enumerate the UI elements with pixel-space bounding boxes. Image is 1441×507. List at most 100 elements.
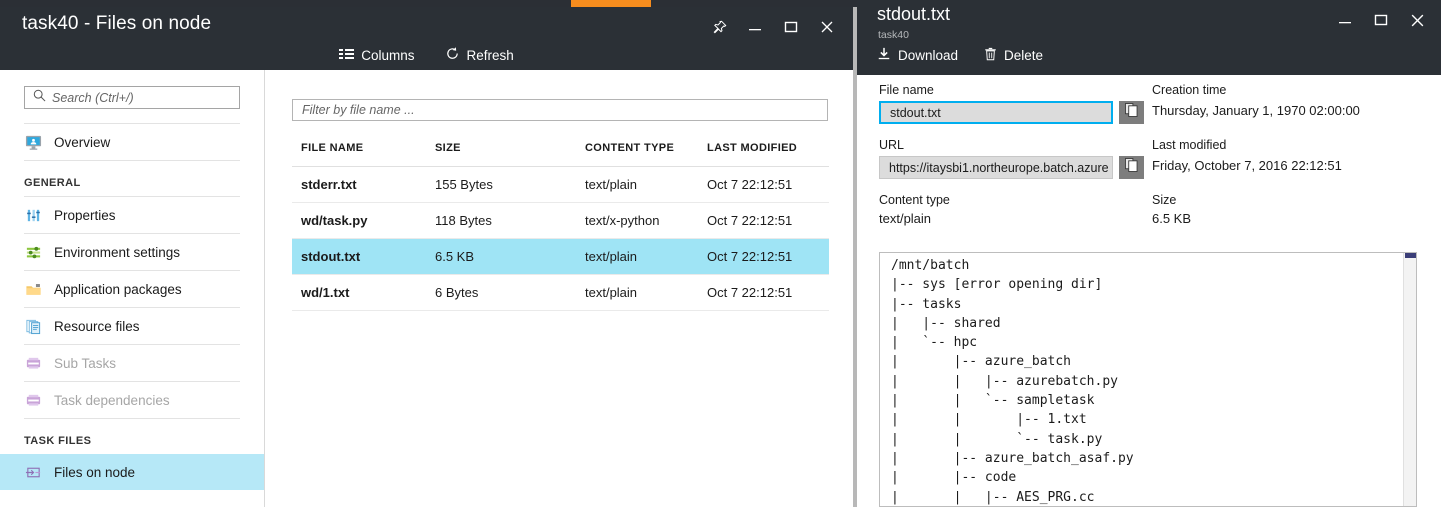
files-on-node-blade: task40 - Files on node Columns Refresh S… — [0, 7, 853, 507]
minimize-icon[interactable] — [737, 12, 773, 42]
cell-size: 6 Bytes — [435, 274, 585, 311]
search-input[interactable] — [52, 90, 222, 105]
sidebar-item-label: Resource files — [54, 318, 140, 334]
sidebar-item-files-on-node[interactable]: Files on node — [0, 454, 264, 490]
content-type-label: Content type — [879, 193, 950, 207]
last-modified-label: Last modified — [1152, 138, 1227, 152]
last-modified-value: Friday, October 7, 2016 22:12:51 — [1152, 158, 1342, 173]
cell-size: 6.5 KB — [435, 238, 585, 275]
minimize-icon[interactable] — [1327, 5, 1363, 35]
trash-icon — [984, 47, 997, 64]
copy-icon — [1125, 103, 1138, 122]
blade-toolbar: Columns Refresh — [0, 40, 853, 70]
columns-icon — [339, 48, 355, 63]
file-name-property: File name stdout.txt — [879, 83, 1144, 124]
sidebar-item-label: Task dependencies — [54, 392, 170, 408]
sidebar-item-label: Sub Tasks — [54, 355, 117, 371]
sidebar-item-resource-files[interactable]: Resource files — [0, 308, 264, 344]
content-type-value: text/plain — [879, 211, 932, 226]
search-icon — [25, 89, 52, 107]
sidebar-item-label: Files on node — [54, 464, 136, 480]
cell-last-modified: Oct 7 22:12:51 — [707, 166, 829, 203]
file-list-pane: FILE NAME SIZE CONTENT TYPE LAST MODIFIE… — [265, 70, 853, 507]
pin-icon[interactable] — [701, 12, 737, 42]
sidebar-item-overview[interactable]: Overview — [0, 124, 264, 160]
overview-monitor-icon — [24, 133, 42, 151]
creation-time-label: Creation time — [1152, 83, 1227, 97]
sidebar-item-sub-tasks[interactable]: Sub Tasks — [0, 345, 264, 381]
sidebar-group-general: GENERAL — [24, 177, 81, 189]
sidebar-item-application-packages[interactable]: Application packages — [0, 271, 264, 307]
stdout-detail-blade: stdout.txt task40 Download Delete File n… — [857, 0, 1441, 507]
file-content-text: /mnt/batch |-- sys [error opening dir] |… — [891, 258, 1134, 505]
download-button[interactable]: Download — [877, 47, 958, 64]
task-dependencies-icon — [24, 391, 42, 409]
file-table: FILE NAME SIZE CONTENT TYPE LAST MODIFIE… — [292, 142, 829, 311]
content-scrollbar-thumb[interactable] — [1405, 253, 1416, 258]
cell-last-modified: Oct 7 22:12:51 — [707, 238, 829, 275]
blade-window-controls — [701, 12, 845, 42]
maximize-icon[interactable] — [773, 12, 809, 42]
table-row[interactable]: wd/task.py 118 Bytes text/x-python Oct 7… — [292, 202, 829, 239]
delete-label: Delete — [1004, 48, 1044, 63]
copy-url-button[interactable] — [1119, 156, 1144, 179]
file-filter-input[interactable] — [293, 103, 827, 117]
download-label: Download — [898, 48, 959, 63]
sidebar-item-label: Application packages — [54, 281, 182, 297]
close-icon[interactable] — [1399, 5, 1435, 35]
environment-settings-icon — [24, 243, 42, 261]
creation-time-value: Thursday, January 1, 1970 02:00:00 — [1152, 103, 1360, 118]
cell-content-type: text/plain — [585, 238, 707, 275]
sidebar-group-task-files: TASK FILES — [24, 435, 92, 447]
cell-size: 118 Bytes — [435, 202, 585, 239]
sidebar-item-environment-settings[interactable]: Environment settings — [0, 234, 264, 270]
column-header-file-name[interactable]: FILE NAME — [292, 142, 435, 167]
creation-time-property: Creation time Thursday, January 1, 1970 … — [1152, 83, 1431, 124]
detail-toolbar: Download Delete — [877, 47, 1043, 64]
last-modified-property: Last modified Friday, October 7, 2016 22… — [1152, 138, 1431, 179]
files-on-node-icon — [24, 463, 42, 481]
azure-portal-screen: task40 - Files on node Columns Refresh S… — [0, 0, 1441, 507]
column-header-last-modified[interactable]: LAST MODIFIED — [707, 142, 829, 167]
cell-last-modified: Oct 7 22:12:51 — [707, 202, 829, 239]
column-header-content-type[interactable]: CONTENT TYPE — [585, 142, 707, 167]
content-vertical-scrollbar[interactable] — [1403, 253, 1416, 506]
properties-sliders-icon — [24, 206, 42, 224]
sidebar-item-label: Properties — [54, 207, 116, 223]
table-row[interactable]: wd/1.txt 6 Bytes text/plain Oct 7 22:12:… — [292, 274, 829, 311]
table-row[interactable]: stderr.txt 155 Bytes text/plain Oct 7 22… — [292, 166, 829, 203]
refresh-label: Refresh — [466, 47, 514, 63]
sidebar-item-task-dependencies[interactable]: Task dependencies — [0, 382, 264, 418]
sidebar-item-label: Overview — [54, 134, 111, 150]
size-label: Size — [1152, 193, 1177, 207]
resource-files-icon — [24, 317, 42, 335]
cell-content-type: text/plain — [585, 166, 707, 203]
refresh-button[interactable]: Refresh — [445, 46, 514, 64]
file-name-field[interactable]: stdout.txt — [879, 101, 1113, 124]
table-header-row: FILE NAME SIZE CONTENT TYPE LAST MODIFIE… — [292, 142, 829, 167]
column-header-size[interactable]: SIZE — [435, 142, 585, 167]
close-icon[interactable] — [809, 12, 845, 42]
size-property: Size 6.5 KB — [1152, 193, 1431, 226]
copy-file-name-button[interactable] — [1119, 101, 1144, 124]
delete-button[interactable]: Delete — [984, 47, 1043, 64]
search-box[interactable] — [24, 86, 240, 109]
detail-title: stdout.txt — [877, 4, 951, 24]
detail-blade-body: File name stdout.txt Creation time Thurs… — [857, 75, 1441, 507]
maximize-icon[interactable] — [1363, 5, 1399, 35]
page-title: task40 - Files on node — [22, 13, 212, 34]
sidebar-item-properties[interactable]: Properties — [0, 197, 264, 233]
size-value: 6.5 KB — [1152, 211, 1192, 226]
file-properties-grid: File name stdout.txt Creation time Thurs… — [879, 83, 1431, 240]
blade-header: task40 - Files on node Columns Refresh — [0, 7, 853, 70]
blade-body: Overview GENERAL — [0, 70, 853, 507]
file-content-viewer[interactable]: /mnt/batch |-- sys [error opening dir] |… — [879, 252, 1417, 507]
cell-size: 155 Bytes — [435, 166, 585, 203]
url-field[interactable]: https://itaysbi1.northeurope.batch.azure — [879, 156, 1113, 179]
file-filter-box[interactable] — [292, 99, 828, 121]
cell-content-type: text/x-python — [585, 202, 707, 239]
detail-window-controls — [1327, 5, 1435, 35]
columns-button[interactable]: Columns — [339, 48, 415, 63]
detail-blade-header: stdout.txt task40 Download Delete — [857, 0, 1441, 75]
table-row[interactable]: stdout.txt 6.5 KB text/plain Oct 7 22:12… — [292, 238, 829, 275]
